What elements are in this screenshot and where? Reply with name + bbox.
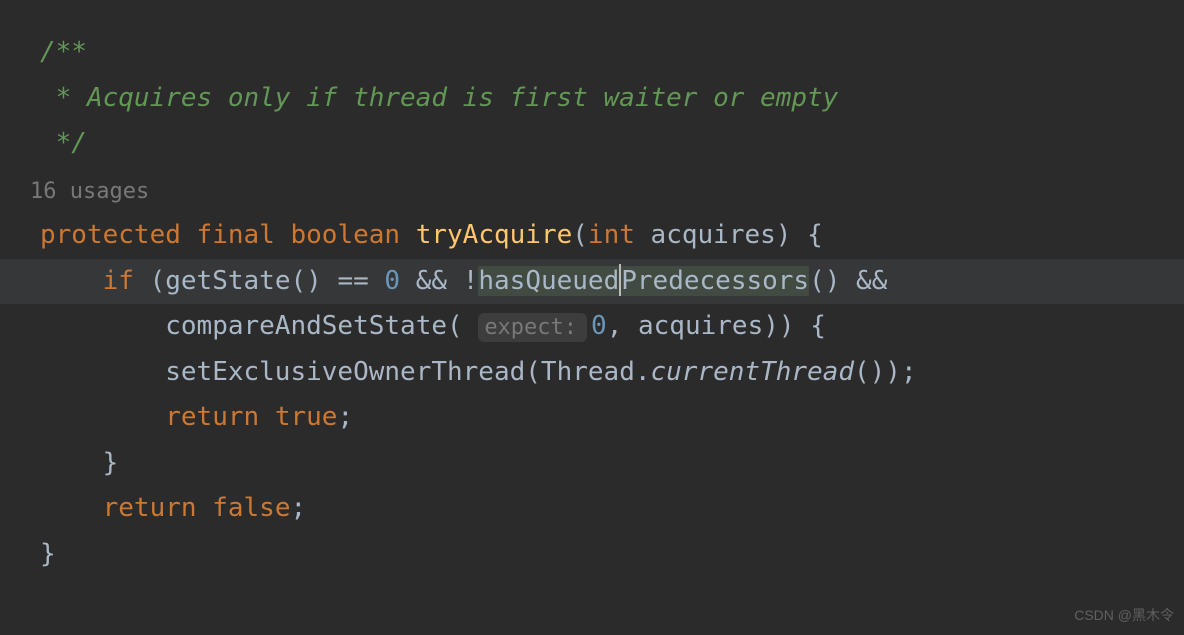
usage-highlight: hasQueuedPredecessors <box>478 266 809 296</box>
call-hasqueued-b: Predecessors <box>621 266 809 296</box>
highlighted-line: if (getState() == 0 && !hasQueuedPredece… <box>0 259 1184 305</box>
op-not: ! <box>463 266 479 296</box>
method-name: tryAcquire <box>416 220 573 250</box>
keyword-return: return <box>165 402 259 432</box>
paren-open-3: ( <box>525 357 541 387</box>
if-open: ( <box>150 266 166 296</box>
semicolon: ; <box>337 402 353 432</box>
call-hasqueued-a: hasQueued <box>478 266 619 296</box>
call-getstate: getState <box>165 266 290 296</box>
keyword-final: final <box>197 220 275 250</box>
watermark: CSDN @黑木令 <box>1074 603 1174 628</box>
tail-close: ()); <box>854 357 917 387</box>
op-eq: == <box>322 266 385 296</box>
comma-sep: , <box>607 311 638 341</box>
keyword-true: true <box>275 402 338 432</box>
empty-parens: () <box>290 266 321 296</box>
call-currentthread: currentThread <box>651 357 855 387</box>
javadoc-body: * Acquires only if thread is first waite… <box>40 83 838 113</box>
code-editor[interactable]: /** * Acquires only if thread is first w… <box>40 30 1184 577</box>
call-compareandsetstate: compareAndSetState <box>165 311 447 341</box>
call-thread: Thread <box>541 357 635 387</box>
close-brace-inner: } <box>103 448 119 478</box>
paren-open-2: ( <box>447 311 463 341</box>
arg-acquires: acquires <box>638 311 763 341</box>
literal-zero-2: 0 <box>591 311 607 341</box>
keyword-false: false <box>212 493 290 523</box>
usages-hint[interactable]: 16 usages <box>30 173 1184 212</box>
javadoc-open: /** <box>40 37 87 67</box>
javadoc-close: */ <box>40 128 87 158</box>
literal-zero: 0 <box>384 266 400 296</box>
empty-parens-2: () <box>809 266 840 296</box>
close-paren-brace: )) { <box>763 311 826 341</box>
paren-open: ( <box>572 220 588 250</box>
keyword-int: int <box>588 220 635 250</box>
semicolon-2: ; <box>290 493 306 523</box>
keyword-boolean: boolean <box>290 220 400 250</box>
param-hint-expect: expect: <box>478 313 587 342</box>
param-name: acquires <box>651 220 776 250</box>
op-and: && <box>400 266 463 296</box>
keyword-if: if <box>103 266 134 296</box>
keyword-protected: protected <box>40 220 181 250</box>
keyword-return-2: return <box>103 493 197 523</box>
paren-close-brace: ) { <box>776 220 823 250</box>
dot: . <box>635 357 651 387</box>
close-brace-outer: } <box>40 539 56 569</box>
call-setexclusiveownerthread: setExclusiveOwnerThread <box>165 357 525 387</box>
op-and-2: && <box>840 266 903 296</box>
